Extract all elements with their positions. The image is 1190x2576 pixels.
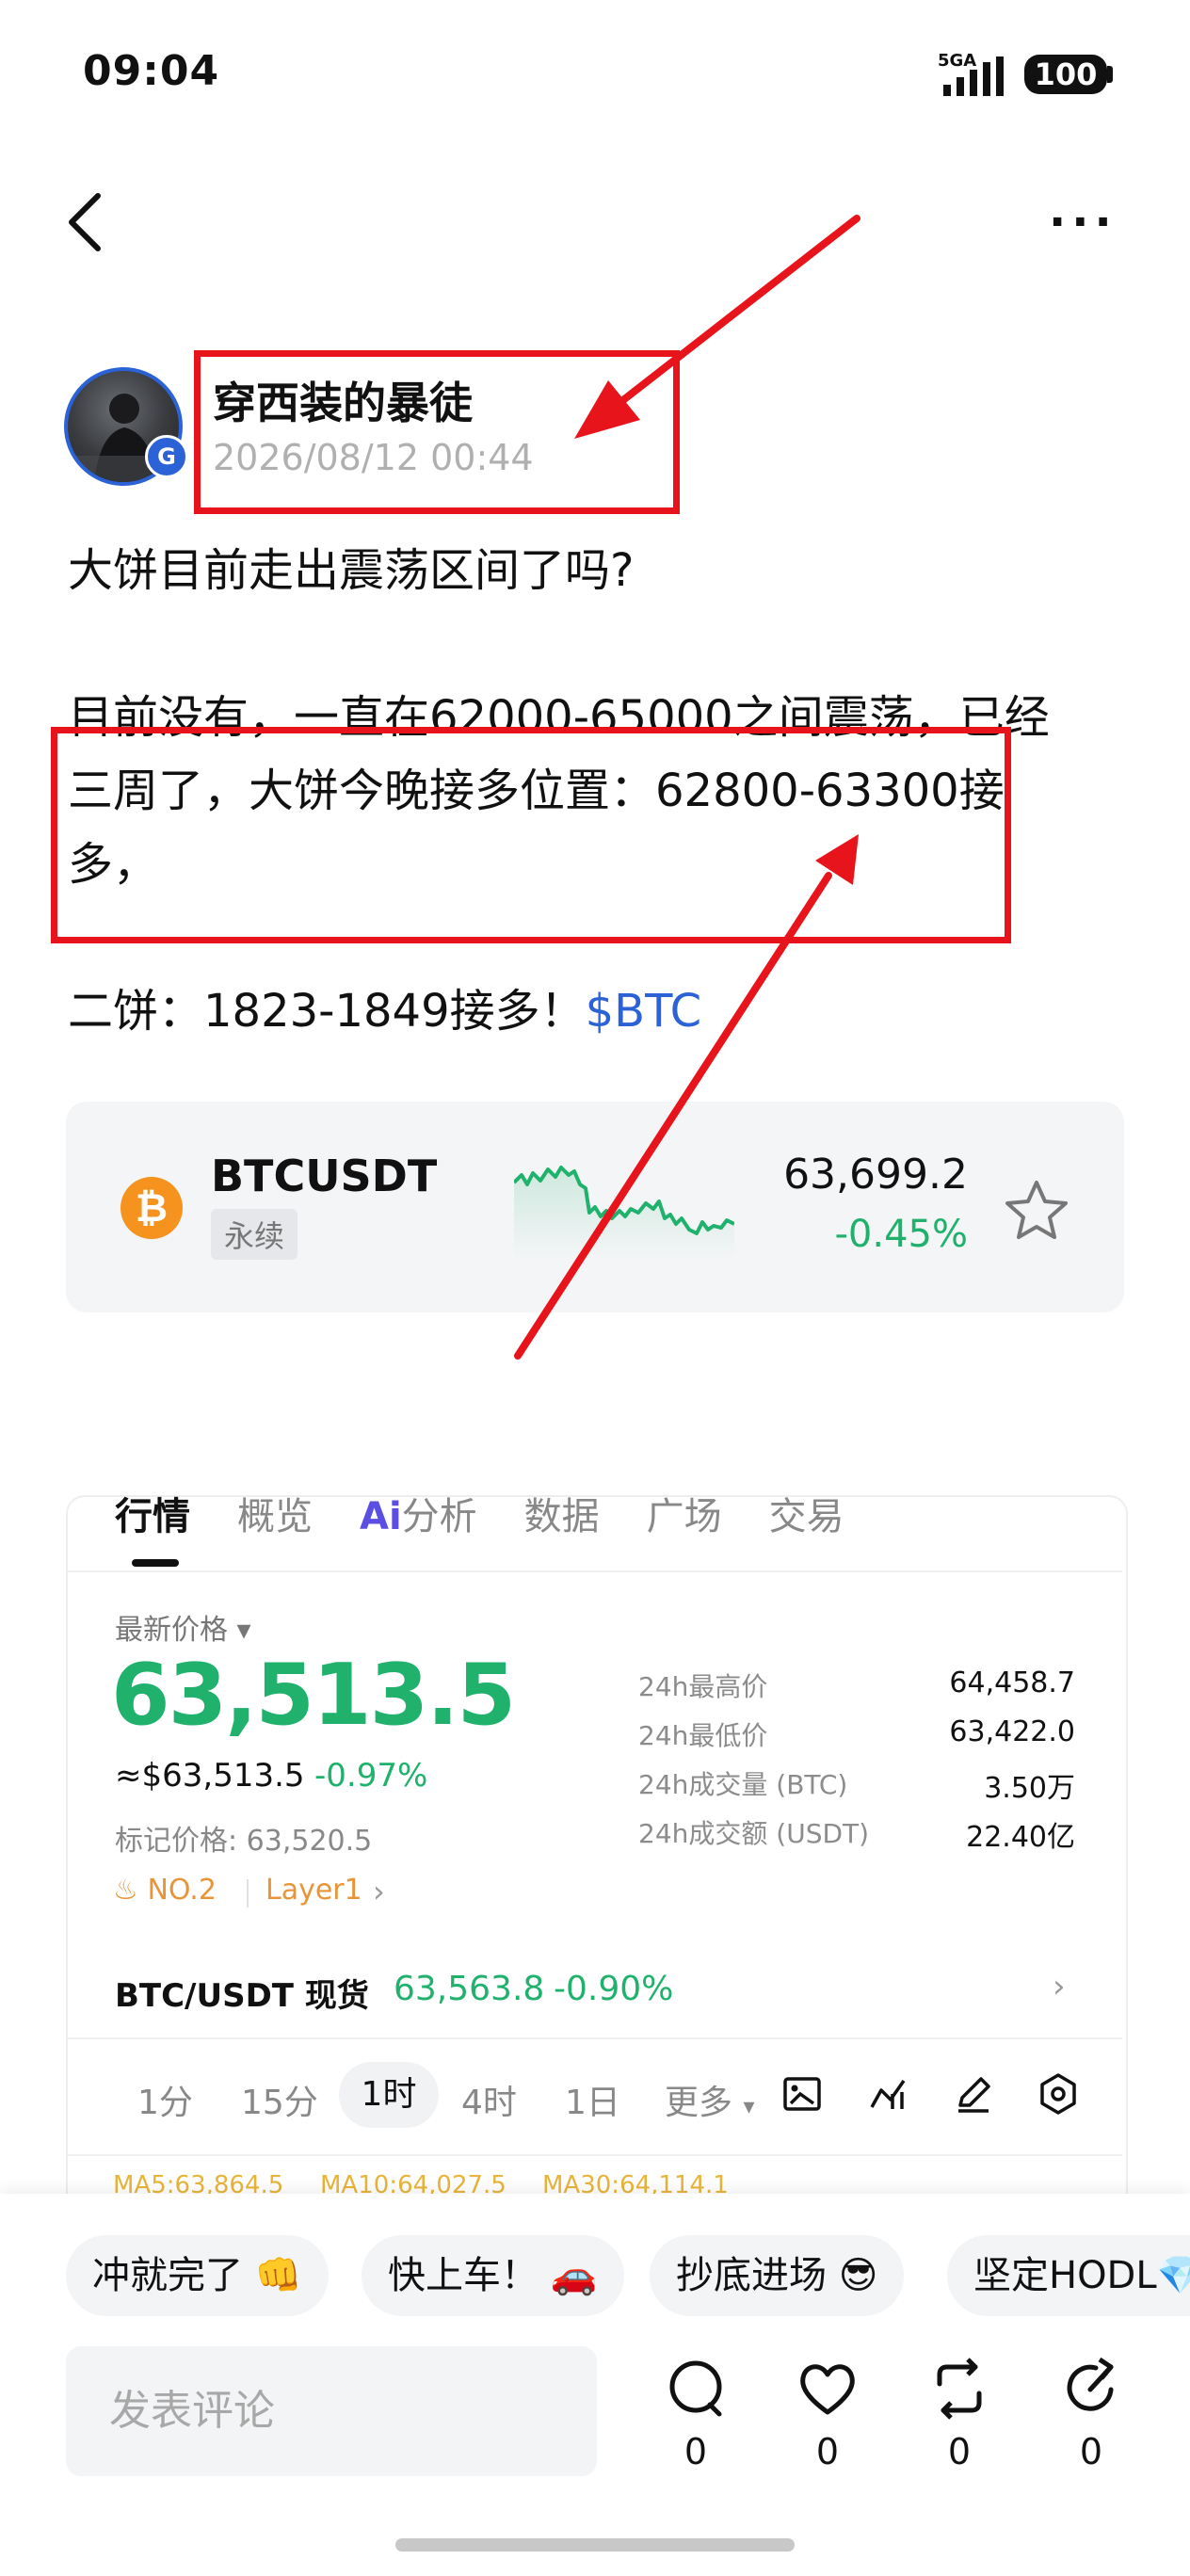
timeframe-15m[interactable]: 15分 [241,2075,318,2124]
usd-price: ≈$63,513.5 [115,1757,305,1795]
signal-icon [943,56,1004,96]
post-question: 大饼目前走出震荡区间了吗? [68,544,635,597]
flame-icon: ♨ [113,1874,138,1907]
spot-price: 63,563.8 [394,1970,545,2008]
like-count: 0 [815,2431,840,2472]
share-count: 0 [1079,2431,1103,2472]
caret-down-icon: ▾ [236,1614,251,1647]
bitcoin-icon: ₿ [121,1177,183,1239]
ai-icon: Ai [360,1495,402,1538]
timeframe-more[interactable]: 更多 ▾ [665,2075,755,2124]
like-heart-icon[interactable] [795,2356,860,2422]
active-tab-indicator [132,1559,179,1567]
indicator-icon[interactable] [866,2071,911,2117]
comment-count: 0 [683,2431,708,2472]
settings-hex-icon[interactable] [1036,2071,1081,2117]
comment-input[interactable]: 发表评论 [66,2346,597,2476]
repost-icon[interactable] [926,2356,992,2422]
timeframe-1m[interactable]: 1分 [137,2075,193,2124]
contract-type-badge: 永续 [211,1209,298,1260]
price-sparkline [514,1166,734,1260]
rank-tag-label: NO.2 [147,1874,217,1907]
share-icon[interactable] [1058,2356,1124,2422]
battery-icon: 100 [1024,55,1107,94]
post-second-coin-text: 二饼：1823-1849接多！ [68,985,586,1038]
tab-data[interactable]: 数据 [524,1486,600,1542]
stat-value: 64,458.7 [949,1666,1075,1699]
layer-tag[interactable]: Layer1 [265,1874,362,1907]
tab-analysis-label: 分析 [401,1495,477,1538]
mark-price: 标记价格: 63,520.5 [115,1825,373,1858]
tab-analysis[interactable]: Ai分析 [360,1486,477,1542]
latest-price-dropdown[interactable]: 最新价格 ▾ [115,1606,251,1648]
card-change: -0.45% [834,1213,968,1256]
back-arrow-icon[interactable] [58,188,115,254]
spot-label[interactable]: BTC/USDT 现货 [115,1970,369,2016]
repost-count: 0 [947,2431,972,2472]
timeframe-1h[interactable]: 1时 [339,2062,439,2128]
home-indicator[interactable] [395,2538,795,2552]
more-options-icon[interactable]: ··· [1049,196,1118,249]
quick-reply-chip[interactable]: 快上车！ 🚗 [362,2235,624,2316]
spot-change: -0.90% [554,1970,674,2008]
stat-value: 63,422.0 [949,1715,1075,1748]
timeframe-4h[interactable]: 4时 [461,2075,517,2124]
tab-overview[interactable]: 概览 [237,1486,313,1542]
timeframe-more-label: 更多 [665,2084,733,2122]
ticker-link[interactable]: $BTC [586,985,702,1038]
divider [68,2037,1122,2039]
quick-reply-chip[interactable]: 抄底进场 😎 [650,2235,905,2316]
stat-value: 3.50万 [984,1772,1075,1805]
rank-tag[interactable]: ♨ NO.2 [113,1874,217,1907]
battery-tip [1107,66,1113,83]
tab-market[interactable]: 行情 [115,1486,190,1542]
card-price: 63,699.2 [783,1151,968,1199]
tab-trade[interactable]: 交易 [769,1486,844,1542]
tag-divider [247,1879,249,1908]
usd-change: -0.97% [314,1757,428,1795]
annotation-box-author [194,350,680,514]
verified-badge-icon: G [145,435,188,478]
star-favorite-icon[interactable] [1004,1179,1069,1241]
latest-price-label: 最新价格 [115,1614,228,1647]
quick-reply-chip[interactable]: 坚定HODL💎 [947,2235,1190,2316]
annotation-box-entry [51,727,1011,943]
chevron-right-icon[interactable]: › [1053,1968,1066,2005]
divider [68,1570,1122,1572]
last-price: 63,513.5 [111,1646,516,1745]
tab-square[interactable]: 广场 [647,1486,722,1542]
quick-reply-chip[interactable]: 冲就完了 👊 [66,2235,329,2316]
stat-value: 22.40亿 [966,1821,1075,1854]
timeframe-1d[interactable]: 1日 [565,2075,620,2124]
caret-down-icon: ▾ [743,2093,755,2119]
status-time: 09:04 [83,47,220,95]
comment-icon[interactable] [663,2356,729,2422]
chart-image-icon[interactable] [780,2071,825,2117]
divider [68,2154,1122,2156]
market-symbol: BTCUSDT [211,1151,438,1201]
panel-tabs: 行情 概览 Ai分析 数据 广场 交易 [115,1486,844,1542]
draw-pen-icon[interactable] [951,2071,996,2117]
chevron-right-icon[interactable]: › [373,1874,385,1909]
post-body-line-4: 二饼：1823-1849接多！$BTC [68,974,1132,1049]
